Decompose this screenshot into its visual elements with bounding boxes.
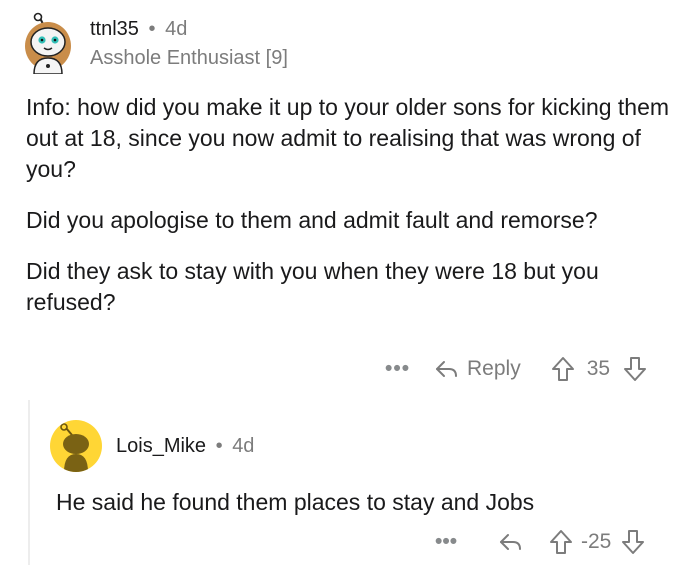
comment-paragraph: Info: how did you make it up to your old… xyxy=(26,94,670,182)
reply-timestamp: 4d xyxy=(232,435,255,457)
comment-paragraph: Did they ask to stay with you when they … xyxy=(26,258,599,315)
user-avatar[interactable] xyxy=(22,12,72,74)
comment-body: Info: how did you make it up to your old… xyxy=(26,92,686,338)
reply-body: He said he found them places to stay and… xyxy=(56,489,535,515)
more-dots-icon[interactable]: ••• xyxy=(435,530,461,554)
reply-label: Reply xyxy=(467,357,521,380)
reply-username[interactable]: Lois_Mike xyxy=(116,435,206,457)
meta-separator: • xyxy=(215,435,223,457)
timestamp: 4d xyxy=(165,18,188,40)
comment-actions: ••• Reply 35 xyxy=(385,352,647,386)
user-flair: Asshole Enthusiast [9] xyxy=(90,47,288,69)
reply-arrow-icon[interactable] xyxy=(499,532,523,552)
comment-meta: ttnl35 • 4d xyxy=(90,18,187,41)
username[interactable]: ttnl35 xyxy=(90,18,139,40)
comment-paragraph: Did you apologise to them and admit faul… xyxy=(26,207,598,233)
downvote-arrow-icon[interactable] xyxy=(623,356,647,382)
reply-button[interactable]: Reply xyxy=(435,357,521,381)
thread-line[interactable] xyxy=(28,400,30,565)
meta-separator: • xyxy=(148,18,156,40)
more-dots-icon[interactable]: ••• xyxy=(385,357,411,381)
reply-vote-score: -25 xyxy=(581,530,612,553)
reply-arrow-icon xyxy=(435,359,459,379)
reply-meta: Lois_Mike • 4d xyxy=(116,435,254,458)
upvote-arrow-icon[interactable] xyxy=(551,356,575,382)
reply-user-avatar[interactable] xyxy=(50,420,102,472)
reply-actions: ••• -25 xyxy=(435,527,645,557)
vote-score: 35 xyxy=(586,357,611,380)
upvote-arrow-icon[interactable] xyxy=(549,529,573,555)
downvote-arrow-icon[interactable] xyxy=(621,529,645,555)
